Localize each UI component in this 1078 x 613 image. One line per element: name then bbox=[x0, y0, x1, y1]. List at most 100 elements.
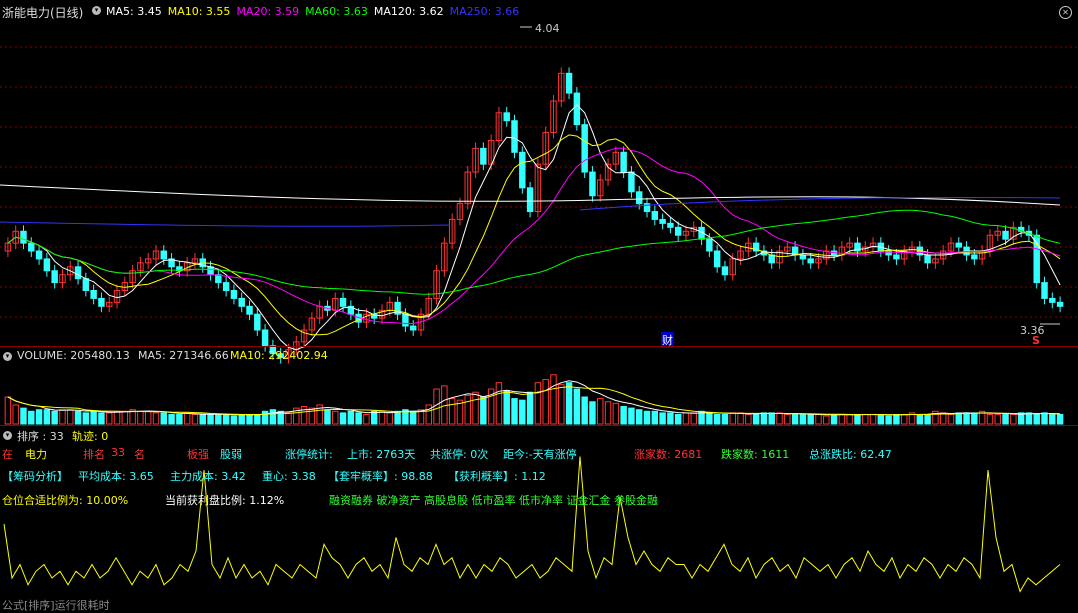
candle bbox=[1002, 230, 1009, 240]
volume-bar bbox=[480, 396, 487, 425]
volume-bar bbox=[862, 413, 869, 425]
volume-bar bbox=[815, 413, 822, 425]
row1-down-count: 跌家数: 1611 bbox=[721, 448, 790, 461]
volume-bar bbox=[20, 407, 27, 425]
volume-bar bbox=[409, 410, 417, 425]
candle bbox=[90, 290, 97, 299]
candle bbox=[620, 151, 627, 173]
volume-bar bbox=[370, 410, 378, 425]
volume-bar bbox=[105, 412, 113, 425]
row1-since: 距今:-天有涨停 bbox=[503, 448, 577, 461]
volume-bar bbox=[706, 412, 713, 425]
volume-bar bbox=[394, 410, 401, 425]
candle bbox=[667, 222, 674, 228]
row2-chip: 【筹码分析】 bbox=[2, 470, 68, 483]
volume-bar bbox=[620, 406, 627, 425]
row2-main-cost: 主力成本: 3.42 bbox=[170, 470, 246, 483]
row1-board-value: 股弱 bbox=[220, 448, 242, 461]
volume-bar bbox=[916, 413, 924, 425]
row1-rank-label: 排名 bbox=[83, 448, 105, 461]
volume-bar bbox=[838, 413, 846, 425]
candle bbox=[82, 278, 90, 292]
volume-bar bbox=[893, 413, 900, 425]
volume-bar bbox=[721, 413, 729, 425]
volume-bar bbox=[90, 410, 97, 425]
candle bbox=[589, 171, 596, 197]
volume-bar bbox=[215, 413, 222, 425]
row2-center: 重心: 3.38 bbox=[262, 470, 316, 483]
candle bbox=[573, 92, 581, 126]
candle bbox=[893, 254, 900, 260]
volume-bar bbox=[1025, 412, 1033, 425]
candle bbox=[659, 218, 666, 224]
volume-bar bbox=[924, 413, 931, 425]
indicator-settings-icon[interactable]: ▾ bbox=[3, 428, 15, 441]
volume-bar bbox=[947, 413, 955, 425]
volume-bar bbox=[51, 410, 58, 425]
volume-bar bbox=[900, 413, 908, 425]
volume-bar bbox=[355, 412, 362, 425]
row1-ratio: 总涨跌比: 62.47 bbox=[809, 448, 892, 461]
volume-bar bbox=[324, 409, 331, 425]
candle bbox=[651, 211, 659, 220]
volume-bar bbox=[144, 410, 152, 425]
volume-bar bbox=[628, 407, 635, 425]
candle bbox=[628, 171, 635, 193]
volume-ma5-line bbox=[7, 380, 1061, 416]
volume-bar bbox=[768, 412, 775, 425]
row2-avg-cost: 平均成本: 3.65 bbox=[78, 470, 154, 483]
volume-bar bbox=[238, 413, 245, 425]
row2-trap: 【套牢概率】: 98.88 bbox=[328, 470, 433, 483]
volume-bar bbox=[854, 413, 861, 425]
volume-bar bbox=[386, 412, 394, 425]
row3-position: 仓位合适比例为: 10.00% bbox=[2, 494, 129, 507]
volume-bar bbox=[994, 413, 1001, 425]
volume-settings-icon[interactable]: ▾ bbox=[3, 349, 15, 362]
volume-bar bbox=[160, 412, 168, 425]
volume-bar bbox=[59, 409, 66, 425]
stock-chart bbox=[0, 26, 1078, 593]
volume-bar bbox=[745, 413, 752, 425]
candle bbox=[721, 266, 729, 276]
volume-bar bbox=[98, 412, 105, 425]
candle bbox=[238, 297, 245, 307]
candle bbox=[20, 230, 27, 244]
volume-bar bbox=[12, 404, 19, 425]
volume-bar bbox=[823, 415, 830, 425]
volume-bar bbox=[1049, 413, 1056, 425]
volume-bar bbox=[659, 412, 666, 425]
indicator-track: 轨迹: 0 bbox=[72, 430, 109, 443]
candle bbox=[1049, 297, 1056, 303]
volume-bar bbox=[776, 412, 783, 425]
volume-bar bbox=[558, 383, 565, 425]
candle bbox=[511, 120, 518, 153]
volume-bar bbox=[550, 374, 557, 425]
volume-bar bbox=[830, 413, 838, 425]
volume-bar bbox=[378, 410, 386, 425]
row1-zt-label: 涨停统计: bbox=[285, 448, 333, 461]
panel-separator bbox=[0, 425, 1078, 426]
row1-rank-value: 33 bbox=[111, 446, 125, 459]
volume-bar bbox=[363, 413, 370, 425]
volume-bar bbox=[869, 413, 877, 425]
volume-bar bbox=[191, 413, 199, 425]
volume-bar bbox=[791, 413, 799, 425]
volume-bar bbox=[285, 412, 292, 425]
row2-profit: 【获利概率】: 1.12 bbox=[448, 470, 546, 483]
candle bbox=[246, 305, 253, 315]
candle bbox=[955, 242, 963, 248]
candle bbox=[207, 266, 214, 276]
candle bbox=[35, 250, 43, 260]
volume-bar bbox=[939, 412, 947, 425]
volume-bar bbox=[713, 413, 721, 425]
candle bbox=[799, 254, 807, 260]
candle bbox=[807, 258, 814, 264]
volume-bar bbox=[604, 401, 612, 425]
volume-bar bbox=[168, 413, 175, 425]
volume-bar bbox=[176, 413, 183, 425]
candle bbox=[1056, 301, 1064, 307]
volume-bar bbox=[986, 413, 994, 425]
candle bbox=[581, 124, 588, 173]
candle bbox=[706, 238, 713, 252]
volume-bar bbox=[682, 412, 690, 425]
